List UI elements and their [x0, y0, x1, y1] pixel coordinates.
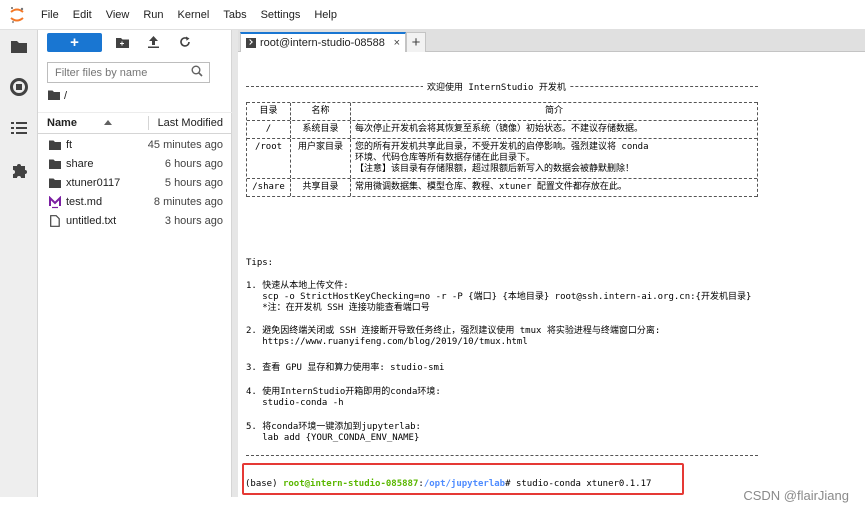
- menu-edit[interactable]: Edit: [66, 0, 99, 30]
- table-cell-desc: 每次停止开发机会将其恢复至系统（镜像）初始状态。不建议存储数据。: [355, 124, 644, 134]
- breadcrumb: /: [48, 88, 67, 104]
- table-cell-name: 用户家目录: [291, 139, 351, 178]
- table-header-dir: 目录: [247, 103, 291, 120]
- tab-label: root@intern-studio-08588: [260, 37, 385, 49]
- command-text: studio-conda xtuner0.1.17: [515, 479, 652, 489]
- menu-tabs[interactable]: Tabs: [216, 0, 253, 30]
- file-modified: 5 hours ago: [164, 177, 223, 189]
- running-icon[interactable]: [9, 77, 29, 97]
- filter-files-input[interactable]: [47, 62, 210, 83]
- column-name[interactable]: Name: [47, 117, 77, 129]
- table-cell-dir: /share: [247, 179, 291, 196]
- file-name: share: [66, 158, 94, 170]
- file-item-share[interactable]: share 6 hours ago: [38, 155, 232, 174]
- tip-item: 4. 使用InternStudio开箱即用的conda环境: studio-co…: [246, 387, 441, 408]
- file-item-test-md[interactable]: test.md 8 minutes ago: [38, 193, 232, 212]
- file-modified: 8 minutes ago: [153, 196, 223, 208]
- table-cell-name: 共享目录: [291, 179, 351, 196]
- watermark: CSDN @flairJiang: [743, 488, 849, 503]
- file-name: ft: [66, 139, 73, 151]
- breadcrumb-path[interactable]: /: [64, 90, 67, 102]
- prompt-path: /opt/jupyterlab: [423, 479, 506, 489]
- search-icon: [191, 65, 205, 79]
- table-cell-desc: 您的所有开发机共享此目录，不受开发机的启停影响。强烈建议将 conda 环境、代…: [355, 142, 649, 174]
- add-tab-button[interactable]: +: [406, 32, 426, 52]
- directory-table: 目录 名称 简介 / 系统目录 每次停止开发机会将其恢复至系统（镜像）初始状态。…: [246, 102, 758, 197]
- main-area: root@intern-studio-08588 × + 欢迎使用 Intern…: [238, 30, 865, 497]
- file-modified: 6 hours ago: [164, 158, 223, 170]
- table-cell-desc: 常用微调数据集、模型仓库、教程、xtuner 配置文件都存放在此。: [355, 182, 627, 192]
- menu-help[interactable]: Help: [307, 0, 344, 30]
- table-row: /root 用户家目录 您的所有开发机共享此目录，不受开发机的启停影响。强烈建议…: [247, 138, 757, 178]
- refresh-icon[interactable]: [178, 35, 192, 49]
- folder-icon[interactable]: [9, 36, 29, 56]
- column-last-modified[interactable]: Last Modified: [158, 117, 223, 129]
- terminal-icon: [246, 38, 256, 48]
- activity-bar: [0, 30, 38, 497]
- menu-kernel[interactable]: Kernel: [171, 0, 217, 30]
- terminal-prompt[interactable]: (base) root@intern-studio-085887:/opt/ju…: [245, 479, 651, 489]
- jupyter-logo-icon: [0, 0, 34, 30]
- prompt-symbol: #: [505, 479, 516, 489]
- home-folder-icon[interactable]: [48, 90, 60, 103]
- menu-bar: File Edit View Run Kernel Tabs Settings …: [0, 0, 865, 30]
- markdown-icon: [49, 195, 61, 208]
- new-folder-icon[interactable]: [115, 35, 129, 49]
- tip-item: 3. 查看 GPU 显存和算力使用率: studio-smi: [246, 363, 445, 373]
- folder-icon: [49, 158, 61, 170]
- commands-icon[interactable]: [9, 118, 29, 138]
- banner-title: 欢迎使用 InternStudio 开发机: [423, 80, 570, 93]
- menu-settings[interactable]: Settings: [254, 0, 308, 30]
- file-item-xtuner0117[interactable]: xtuner0117 5 hours ago: [38, 174, 232, 193]
- folder-icon: [49, 177, 61, 189]
- file-browser: + / Name Last Modified ft 45 minutes ago…: [38, 30, 232, 497]
- folder-icon: [49, 139, 61, 151]
- table-header-desc: 简介: [544, 106, 563, 116]
- tip-item: 2. 避免因终端关闭或 SSH 连接断开导致任务终止，强烈建议使用 tmux 将…: [246, 326, 661, 347]
- prompt-env: (base): [245, 479, 283, 489]
- terminal-output[interactable]: 欢迎使用 InternStudio 开发机 目录 名称 简介 / 系统目录 每次…: [238, 53, 865, 497]
- tip-item: 5. 将conda环境一键添加到jupyterlab: lab add {YOU…: [246, 422, 421, 443]
- file-name: xtuner0117: [66, 177, 121, 189]
- table-row: /share 共享目录 常用微调数据集、模型仓库、教程、xtuner 配置文件都…: [247, 178, 757, 197]
- table-row: / 系统目录 每次停止开发机会将其恢复至系统（镜像）初始状态。不建议存储数据。: [247, 120, 757, 138]
- tab-bar: root@intern-studio-08588 × +: [238, 30, 865, 52]
- tip-item: 1. 快速从本地上传文件: scp -o StrictHostKeyChecki…: [246, 281, 752, 313]
- table-cell-dir: /: [247, 121, 291, 138]
- prompt-user: root@intern-studio-085887: [282, 479, 419, 489]
- file-name: untitled.txt: [66, 215, 117, 227]
- menu-file[interactable]: File: [34, 0, 66, 30]
- text-file-icon: [49, 215, 61, 227]
- footer-rule: [246, 455, 758, 456]
- tips-title: Tips:: [246, 258, 274, 268]
- page-footer: [0, 497, 865, 511]
- file-browser-toolbar: +: [38, 30, 232, 56]
- close-icon[interactable]: ×: [394, 37, 400, 49]
- table-cell-dir: /root: [247, 139, 291, 178]
- sort-ascending-icon: [104, 120, 112, 125]
- extension-icon[interactable]: [9, 160, 29, 180]
- upload-icon[interactable]: [146, 35, 160, 49]
- file-modified: 45 minutes ago: [147, 139, 223, 151]
- file-item-untitled-txt[interactable]: untitled.txt 3 hours ago: [38, 212, 232, 231]
- file-modified: 3 hours ago: [164, 215, 223, 227]
- new-launcher-button[interactable]: +: [47, 33, 102, 52]
- table-header-name: 名称: [291, 103, 351, 120]
- menu-run[interactable]: Run: [136, 0, 170, 30]
- menu-view[interactable]: View: [99, 0, 137, 30]
- file-item-ft[interactable]: ft 45 minutes ago: [38, 136, 232, 155]
- file-name: test.md: [66, 196, 103, 208]
- file-list-header: Name Last Modified: [38, 112, 232, 134]
- table-header-row: 目录 名称 简介: [247, 102, 757, 120]
- table-cell-name: 系统目录: [291, 121, 351, 138]
- tab-terminal[interactable]: root@intern-studio-08588 ×: [240, 32, 406, 52]
- column-divider: [148, 116, 149, 130]
